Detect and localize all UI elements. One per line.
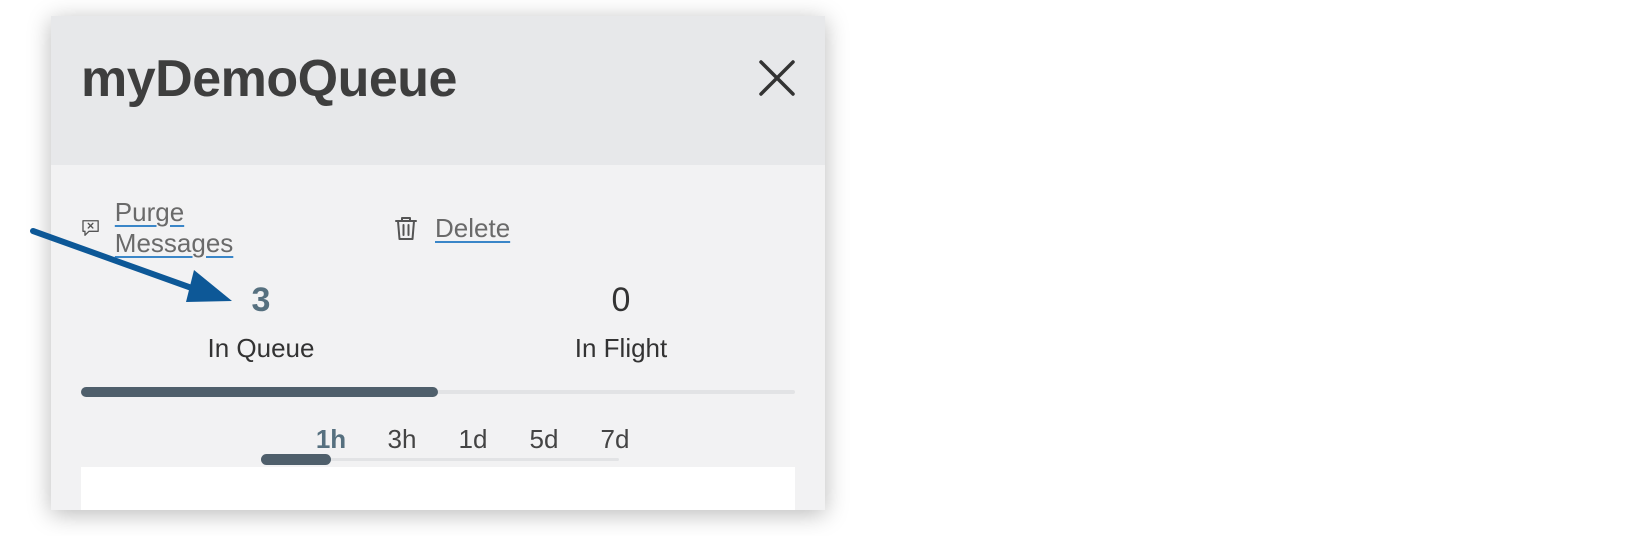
- in-queue-stat[interactable]: 3 In Queue: [111, 280, 411, 364]
- time-range-1d[interactable]: 1d: [443, 424, 503, 455]
- close-icon: [759, 60, 795, 96]
- time-range-indicator: [261, 454, 619, 465]
- stats-tab-indicator: [81, 387, 795, 397]
- purge-messages-label: Purge Messages: [114, 197, 234, 258]
- delete-queue-button[interactable]: Delete: [391, 208, 510, 248]
- time-range-5d[interactable]: 5d: [514, 424, 574, 455]
- in-queue-label: In Queue: [207, 333, 315, 363]
- delete-label: Delete: [435, 212, 511, 243]
- in-flight-stat[interactable]: 0 In Flight: [471, 280, 771, 364]
- in-queue-count: 3: [251, 281, 271, 319]
- purge-messages-button[interactable]: Purge Messages: [81, 197, 244, 258]
- trash-icon: [395, 217, 417, 240]
- time-range-indicator-fill: [261, 454, 331, 465]
- in-flight-label: In Flight: [574, 333, 668, 363]
- in-flight-count: 0: [611, 281, 631, 319]
- stats-tab-indicator-fill: [81, 387, 438, 397]
- time-range-7d[interactable]: 7d: [585, 424, 645, 455]
- close-button[interactable]: [755, 56, 799, 100]
- time-range-1h[interactable]: 1h: [301, 424, 361, 455]
- message-x-icon: [82, 220, 99, 236]
- metrics-chart-area: [81, 467, 795, 510]
- time-range-3h[interactable]: 3h: [372, 424, 432, 455]
- panel-header: myDemoQueue: [51, 16, 825, 165]
- queue-title: myDemoQueue: [81, 50, 457, 108]
- queue-detail-panel: myDemoQueue Purge Messages Delete 3 In Q…: [51, 16, 825, 510]
